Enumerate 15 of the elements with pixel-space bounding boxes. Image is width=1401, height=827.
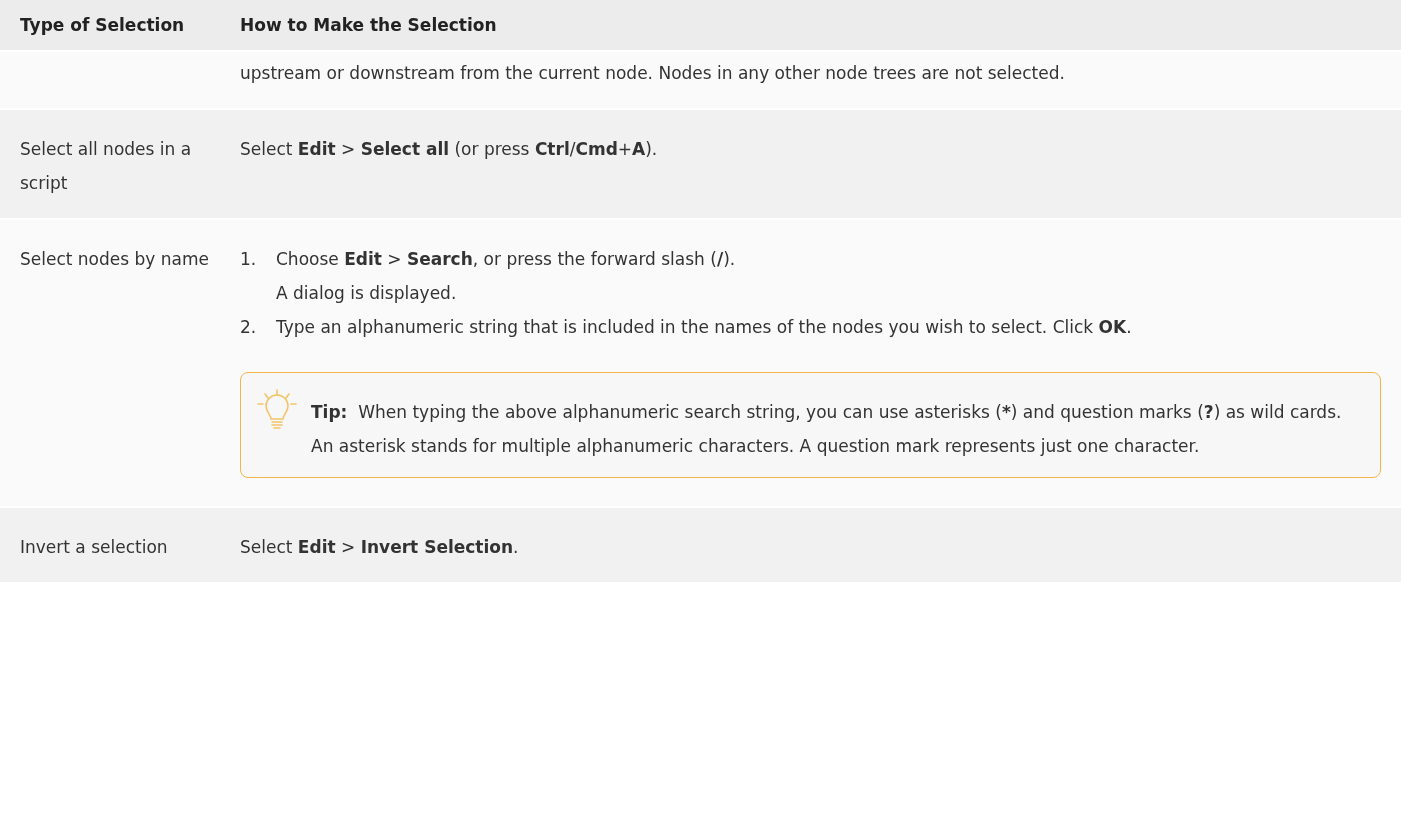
column-header: Type of Selection xyxy=(20,15,185,35)
table-cell: Select Edit > Select all (or press Ctrl/Cmd+A). xyxy=(240,139,658,159)
step-text: Type an alphanumeric string that is included in the names of the nodes you wish to select. Click OK. xyxy=(276,316,1132,339)
column-header: How to Make the Selection xyxy=(240,15,497,35)
table-cell: Select nodes by name xyxy=(20,249,209,269)
step-number: 2. xyxy=(240,316,258,339)
table-cell: Select Edit > Invert Selection. xyxy=(240,537,519,557)
table-cell: Invert a selection xyxy=(20,537,168,557)
table-cell: Select all nodes in a script xyxy=(20,139,192,193)
tip-text: Tip: When typing the above alphanumeric search string, you can use asterisks (*) and question marks (?) as wild cards. An asterisk stands for multiple alphanumeric characters. A question mark represents just one character. xyxy=(311,401,1343,458)
step-text: Choose Edit > Search, or press the forward slash (/). xyxy=(276,248,736,271)
table-cell: upstream or downstream from the current node. Nodes in any other node trees are not selected. xyxy=(240,63,1065,83)
lightbulb-icon xyxy=(257,389,297,429)
step-note: A dialog is displayed. xyxy=(276,282,458,305)
step-number: 1. xyxy=(240,248,258,271)
